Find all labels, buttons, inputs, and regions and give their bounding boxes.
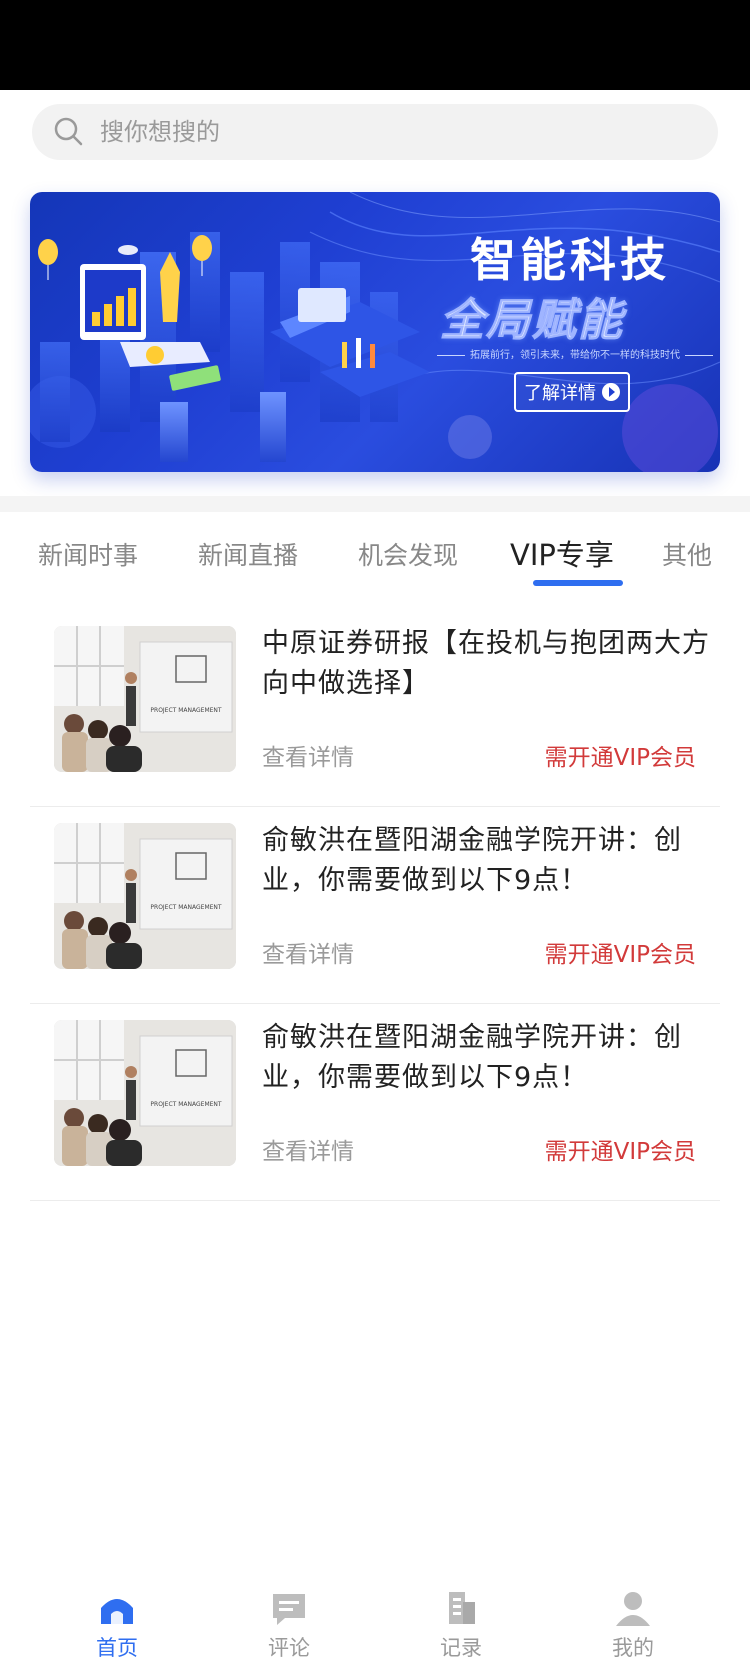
nav-home-label: 首页 — [96, 1636, 138, 1660]
profile-icon — [613, 1588, 653, 1628]
banner-title: 智能科技 — [470, 233, 670, 287]
banner-subtitle: 全局赋能 — [440, 295, 624, 347]
section-divider — [0, 496, 750, 512]
view-details-link[interactable]: 查看详情 — [262, 1132, 354, 1166]
play-icon — [602, 383, 620, 401]
nav-profile[interactable]: 我的 — [583, 1588, 683, 1662]
article-item[interactable]: PROJECT MANAGEMENT 俞敏洪在暨阳湖金融学院开讲：创业，你需要做… — [30, 807, 720, 1004]
search-icon — [52, 115, 86, 149]
home-icon — [97, 1588, 137, 1628]
category-tabs: 新闻时事 新闻直播 机会发现 VIP专享 其他 — [0, 512, 750, 600]
comment-icon — [269, 1588, 309, 1628]
nav-comment-label: 评论 — [268, 1636, 310, 1660]
search-input[interactable] — [100, 118, 660, 146]
tab-news[interactable]: 新闻时事 — [38, 536, 138, 572]
tab-live[interactable]: 新闻直播 — [198, 536, 298, 572]
nav-record-label: 记录 — [440, 1636, 482, 1660]
article-thumbnail: PROJECT MANAGEMENT — [54, 823, 236, 969]
record-icon — [441, 1588, 481, 1628]
banner-tagline: 拓展前行，领引未来，带给你不一样的科技时代 — [432, 346, 702, 361]
article-thumbnail: PROJECT MANAGEMENT — [54, 1020, 236, 1166]
nav-record[interactable]: 记录 — [411, 1588, 511, 1662]
learn-more-button[interactable]: 了解详情 — [514, 372, 630, 412]
vip-required-label[interactable]: 需开通VIP会员 — [545, 935, 696, 969]
article-item[interactable]: PROJECT MANAGEMENT 中原证券研报【在投机与抱团两大方向中做选择… — [30, 610, 720, 807]
promo-banner[interactable]: 智能科技 全局赋能 拓展前行，领引未来，带给你不一样的科技时代 了解详情 — [30, 192, 720, 472]
view-details-link[interactable]: 查看详情 — [262, 738, 354, 772]
svg-text:PROJECT MANAGEMENT: PROJECT MANAGEMENT — [150, 1101, 221, 1108]
article-title[interactable]: 俞敏洪在暨阳湖金融学院开讲：创业，你需要做到以下9点！ — [262, 821, 712, 901]
vip-required-label[interactable]: 需开通VIP会员 — [545, 738, 696, 772]
svg-text:PROJECT MANAGEMENT: PROJECT MANAGEMENT — [150, 707, 221, 714]
status-bar — [0, 0, 750, 90]
nav-home[interactable]: 首页 — [67, 1588, 167, 1662]
learn-more-label: 了解详情 — [524, 383, 596, 404]
article-title[interactable]: 俞敏洪在暨阳湖金融学院开讲：创业，你需要做到以下9点！ — [262, 1018, 712, 1098]
article-item[interactable]: PROJECT MANAGEMENT 俞敏洪在暨阳湖金融学院开讲：创业，你需要做… — [30, 1004, 720, 1201]
bottom-navigation: 首页 评论 记录 我的 — [0, 1570, 750, 1670]
tab-other[interactable]: 其他 — [662, 536, 712, 572]
tab-opportunities[interactable]: 机会发现 — [358, 536, 458, 572]
nav-comment[interactable]: 评论 — [239, 1588, 339, 1662]
vip-required-label[interactable]: 需开通VIP会员 — [545, 1132, 696, 1166]
article-thumbnail: PROJECT MANAGEMENT — [54, 626, 236, 772]
article-title[interactable]: 中原证券研报【在投机与抱团两大方向中做选择】 — [262, 624, 712, 704]
tab-vip[interactable]: VIP专享 — [510, 532, 614, 574]
svg-text:PROJECT MANAGEMENT: PROJECT MANAGEMENT — [150, 904, 221, 911]
active-tab-indicator — [533, 580, 623, 586]
search-bar[interactable] — [32, 104, 718, 160]
article-list: PROJECT MANAGEMENT 中原证券研报【在投机与抱团两大方向中做选择… — [30, 610, 720, 1201]
view-details-link[interactable]: 查看详情 — [262, 935, 354, 969]
nav-profile-label: 我的 — [612, 1636, 654, 1660]
